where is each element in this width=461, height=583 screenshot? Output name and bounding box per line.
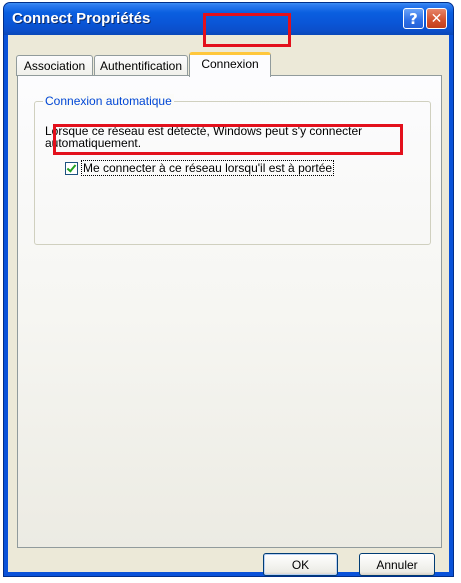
tab-association[interactable]: Association <box>16 55 93 76</box>
properties-dialog: Connect Propriétés ? ✕ Association Authe… <box>3 2 454 577</box>
group-legend: Connexion automatique <box>43 94 174 108</box>
close-button[interactable]: ✕ <box>426 8 447 29</box>
auto-connect-option[interactable]: Me connecter à ce réseau lorsqu'il est à… <box>65 160 335 176</box>
group-description: Lorsque ce réseau est détecté, Windows p… <box>45 124 363 150</box>
close-icon: ✕ <box>430 10 443 27</box>
title-bar[interactable]: Connect Propriétés ? ✕ <box>4 3 453 35</box>
tab-connexion[interactable]: Connexion <box>189 52 271 77</box>
group-connexion-automatique: Connexion automatique Lorsque ce réseau … <box>34 94 431 245</box>
cancel-button[interactable]: Annuler <box>359 553 435 576</box>
auto-connect-label[interactable]: Me connecter à ce réseau lorsqu'il est à… <box>81 160 335 176</box>
dialog-body: Association Authentification Connexion C… <box>8 35 449 576</box>
ok-button[interactable]: OK <box>263 553 338 576</box>
help-icon: ? <box>409 9 418 28</box>
help-button[interactable]: ? <box>403 8 424 29</box>
auto-connect-checkbox[interactable] <box>65 161 78 175</box>
window-title: Connect Propriétés <box>12 10 151 27</box>
tab-authentification[interactable]: Authentification <box>94 55 188 76</box>
tab-panel-connexion: Connexion automatique Lorsque ce réseau … <box>17 75 442 548</box>
